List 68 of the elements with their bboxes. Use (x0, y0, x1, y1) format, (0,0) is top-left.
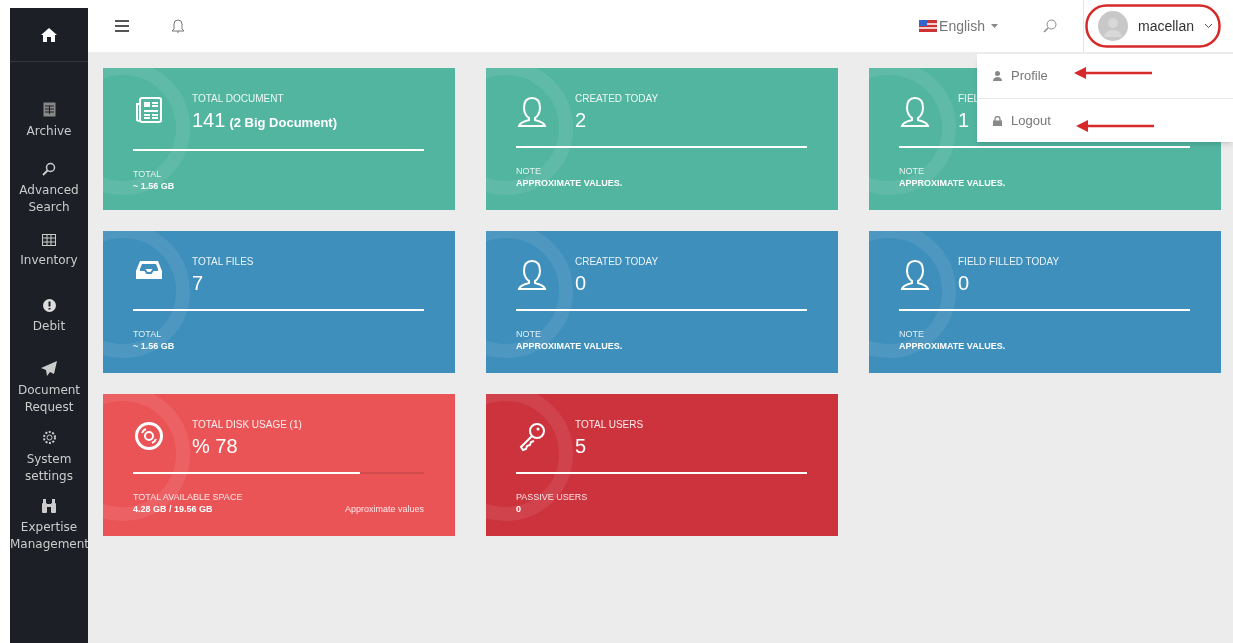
user-outline-icon (900, 96, 930, 128)
card-title: CREATED TODAY (575, 92, 659, 105)
footer-value: 0 (516, 503, 522, 516)
card-value: 141 (2 Big Document) (192, 108, 337, 133)
caret-icon (990, 24, 998, 28)
card-title: TOTAL DISK USAGE (1) (192, 418, 302, 431)
card-value: 0 (575, 271, 588, 296)
key-icon (518, 422, 546, 452)
sidebar-item[interactable]: Archive (10, 123, 88, 140)
sidebar-item[interactable]: Debit (10, 318, 88, 335)
chevron-icon (1204, 23, 1213, 29)
footer-value: APPROXIMATE VALUES. (516, 177, 623, 190)
sidebar-item[interactable]: Advanced Search (10, 182, 88, 216)
user-outline-icon (517, 259, 547, 291)
footer-label: NOTE (516, 328, 542, 340)
search-icon (42, 162, 56, 176)
user-icon (993, 71, 1002, 81)
home-icon[interactable] (40, 26, 58, 43)
language-selector[interactable]: English (919, 15, 998, 37)
card-value: 2 (575, 108, 588, 133)
card-value: 7 (192, 271, 205, 296)
card-note: Approximate values (344, 503, 424, 516)
alert-icon (42, 299, 56, 312)
footer-value: ~ 1.56 GB (133, 340, 175, 353)
card-value: 5 (575, 434, 588, 459)
newspaper-icon (135, 96, 163, 124)
binoculars-icon (41, 499, 57, 513)
user-outline-icon (900, 259, 930, 291)
footer-label: TOTAL (133, 168, 163, 180)
disc-icon (135, 422, 163, 450)
card-value: 0 (958, 271, 971, 296)
card-title: TOTAL DOCUMENT (192, 92, 285, 105)
menu-item[interactable]: Profile (977, 54, 1233, 98)
footer-label: PASSIVE USERS (516, 491, 588, 503)
footer-value: APPROXIMATE VALUES. (516, 340, 623, 353)
bell-icon[interactable] (171, 18, 185, 34)
footer-value: 4.28 GB / 19.56 GB (133, 503, 214, 516)
card-value: % 78 (192, 434, 239, 459)
footer-label: NOTE (899, 328, 925, 340)
sidebar-item[interactable]: System settings (10, 451, 88, 485)
card-title: TOTAL USERS (575, 418, 644, 431)
user-outline-icon (517, 96, 547, 128)
footer-value: APPROXIMATE VALUES. (899, 177, 1006, 190)
lock-icon (993, 115, 1002, 126)
card-title: CREATED TODAY (575, 255, 659, 268)
settings-icon (41, 430, 57, 445)
footer-label: NOTE (516, 165, 542, 177)
menu-icon[interactable] (115, 20, 129, 32)
arrow-icon (1074, 67, 1152, 79)
footer-value: ~ 1.56 GB (133, 180, 175, 193)
avatar-icon (1097, 11, 1128, 41)
inbox-icon (136, 259, 162, 281)
sidebar-item[interactable]: Expertise Management (10, 519, 88, 553)
archive-icon (42, 102, 56, 117)
footer-label: TOTAL AVAILABLE SPACE (133, 491, 243, 503)
table-icon (42, 234, 56, 246)
footer-label: NOTE (899, 165, 925, 177)
footer-value: APPROXIMATE VALUES. (899, 340, 1006, 353)
card-title: TOTAL FILES (192, 255, 254, 268)
arrow-icon (1076, 120, 1154, 132)
card-title: FIELD FILLED TODAY (958, 255, 1060, 268)
paper-plane-icon (41, 361, 57, 376)
flag-icon (919, 20, 938, 32)
search-icon[interactable] (1042, 19, 1057, 33)
card-value: 1 (958, 108, 971, 133)
sidebar-item[interactable]: Inventory (10, 252, 88, 269)
footer-label: TOTAL (133, 328, 163, 340)
sidebar-item[interactable]: Document Request (10, 382, 88, 416)
